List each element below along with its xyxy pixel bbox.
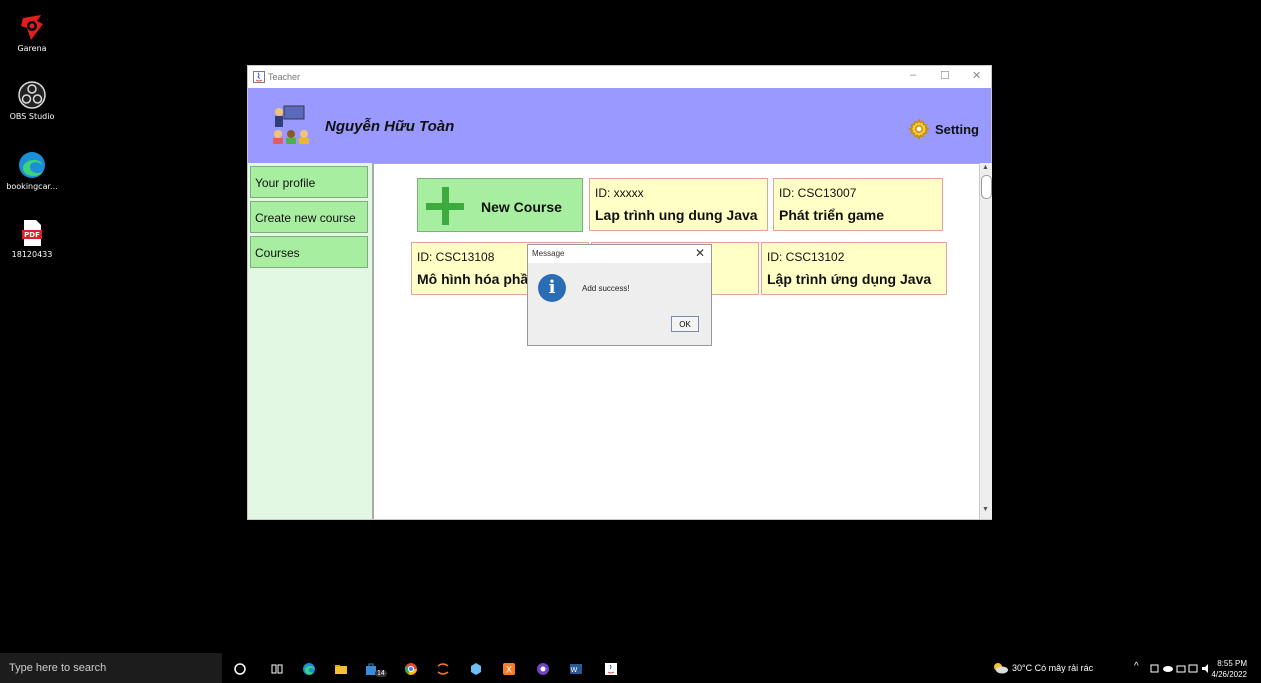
store-badge: 14: [375, 670, 387, 677]
xampp-icon[interactable]: X: [502, 662, 516, 676]
java-app-icon[interactable]: [604, 662, 618, 676]
scroll-thumb[interactable]: [981, 175, 992, 199]
weather-icon: [994, 663, 1008, 674]
gear-icon: [908, 118, 930, 140]
course-card[interactable]: ID: xxxxx Lap trình ung dung Java: [589, 178, 768, 231]
course-id: ID: CSC13102: [767, 250, 845, 264]
chevron-up-icon[interactable]: ^: [1134, 661, 1139, 672]
jupyter-icon[interactable]: [436, 662, 450, 676]
dialog-title: Message: [532, 249, 565, 258]
ok-button[interactable]: OK: [671, 316, 699, 332]
system-tray-icons[interactable]: [1150, 663, 1210, 674]
vertical-scrollbar[interactable]: ▲ ▼: [979, 163, 992, 519]
close-button[interactable]: ✕: [972, 69, 981, 82]
course-id: ID: xxxxx: [595, 186, 644, 200]
window-titlebar[interactable]: Teacher – ☐ ✕: [248, 66, 991, 88]
desktop-icon-label: bookingcar...: [6, 182, 58, 191]
sidebar-item-courses[interactable]: Courses: [250, 236, 368, 268]
word-icon[interactable]: W: [569, 662, 583, 676]
course-name: Phát triển game: [779, 207, 885, 223]
info-icon: i: [538, 274, 566, 302]
svg-text:X: X: [506, 666, 512, 676]
desktop-icon-label: 18120433: [11, 250, 53, 259]
app-hexagon-icon[interactable]: [469, 662, 483, 676]
plus-icon: [426, 187, 464, 225]
maximize-button[interactable]: ☐: [940, 69, 950, 82]
dialog-titlebar[interactable]: Message ✕: [528, 245, 711, 263]
pdf-file-icon: PDF: [17, 218, 47, 248]
course-card[interactable]: ID: CSC13007 Phát triển game: [773, 178, 943, 231]
user-name: Nguyễn Hữu Toàn: [325, 118, 455, 135]
dialog-message: Add success!: [582, 284, 630, 293]
setting-label: Setting: [934, 121, 979, 137]
new-course-button[interactable]: New Course: [417, 178, 583, 232]
svg-text:W: W: [571, 666, 578, 674]
minimize-button[interactable]: –: [910, 69, 916, 81]
clock-date: 4/26/2022: [1211, 670, 1247, 679]
dialog-close-button[interactable]: ✕: [695, 246, 705, 260]
svg-text:PDF: PDF: [24, 231, 40, 239]
teacher-avatar-icon: [273, 105, 309, 144]
edge-icon: [17, 150, 47, 180]
message-dialog: Message ✕ i Add success! OK: [527, 244, 712, 346]
course-card[interactable]: ID: CSC13102 Lập trình ứng dụng Java: [761, 242, 947, 295]
sidebar-item-your-profile[interactable]: Your profile: [250, 166, 368, 198]
weather-text[interactable]: 30°C Có mây rải rác: [1012, 663, 1093, 673]
desktop-icon-label: OBS Studio: [9, 112, 55, 121]
file-explorer-icon[interactable]: [334, 662, 348, 676]
course-name: Lập trình ứng dụng Java: [767, 271, 932, 287]
sidebar-item-create-new-course[interactable]: Create new course: [250, 201, 368, 233]
garena-icon: [17, 12, 47, 42]
window-title: Teacher: [268, 72, 301, 82]
desktop-icon-obs[interactable]: OBS Studio: [4, 80, 60, 121]
sidebar: Your profile Create new course Courses: [248, 163, 373, 519]
header-bar: Nguyễn Hữu Toàn Setting: [248, 88, 991, 163]
course-name: Mô hình hóa phầ: [417, 271, 529, 287]
desktop-icon-garena[interactable]: Garena: [4, 12, 60, 53]
obs-icon: [17, 80, 47, 110]
desktop-icon-edge[interactable]: bookingcar...: [4, 150, 60, 191]
java-app-icon: [253, 71, 265, 83]
taskbar: Type here to search 14 X W 30°C Có mây r…: [0, 653, 1261, 683]
search-placeholder: Type here to search: [9, 662, 107, 674]
chrome-icon[interactable]: [404, 662, 418, 676]
desktop-icon-label: Garena: [17, 44, 47, 53]
taskbar-clock[interactable]: 8:55 PM 4/26/2022: [1211, 658, 1247, 680]
setting-button[interactable]: Setting: [908, 118, 979, 140]
course-id: ID: CSC13108: [417, 250, 495, 264]
scroll-down-icon[interactable]: ▼: [982, 506, 989, 513]
desktop-icon-pdf[interactable]: PDF 18120433: [4, 218, 60, 259]
taskbar-search-box[interactable]: Type here to search: [0, 653, 222, 683]
new-course-label: New Course: [481, 199, 562, 215]
scroll-up-icon[interactable]: ▲: [982, 164, 989, 171]
course-id: ID: CSC13007: [779, 186, 857, 200]
course-name: Lap trình ung dung Java: [595, 207, 758, 223]
clock-time: 8:55 PM: [1217, 659, 1247, 668]
task-view-icon[interactable]: [270, 662, 284, 676]
edge-icon[interactable]: [302, 662, 316, 676]
cortana-icon[interactable]: [233, 662, 247, 676]
github-desktop-icon[interactable]: [536, 662, 550, 676]
